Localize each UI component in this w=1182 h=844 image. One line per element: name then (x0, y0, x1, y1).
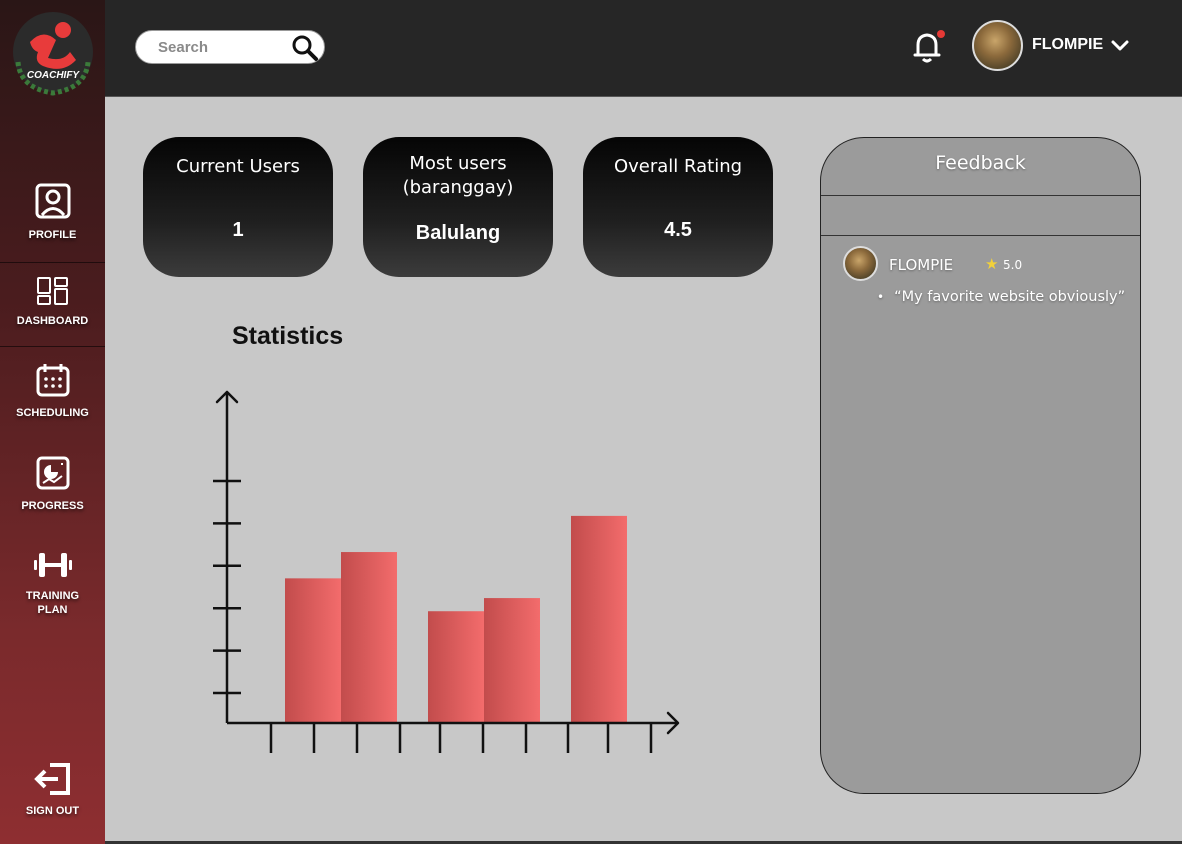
card-value: 4.5 (664, 219, 692, 241)
card-title: Overall Rating (613, 156, 743, 177)
sidebar-item-label: PROGRESS (21, 500, 84, 512)
statistics-chart (213, 390, 680, 753)
username[interactable]: FLOMPIE (1032, 36, 1103, 54)
chart-bar (285, 578, 341, 723)
stat-card-current-users: Current Users 1 (143, 137, 333, 277)
chart-bar (571, 515, 627, 723)
notification-dot (937, 30, 945, 38)
card-title: Current Users (176, 156, 300, 177)
statistics-title: Statistics (232, 322, 344, 350)
card-value: 1 (232, 219, 244, 241)
feedback-rating: 5.0 (1003, 258, 1023, 272)
signout-icon (33, 763, 70, 795)
feedback-panel: Feedback FLOMPIE ★ 5.0 “My favorite webs… (820, 137, 1141, 794)
chart-bars (285, 515, 627, 723)
sidebar: COACHIFY PROFILE DASHBOARD SCHEDULING PR… (0, 0, 105, 844)
divider (821, 235, 1140, 236)
divider (821, 195, 1140, 196)
calendar-icon (36, 364, 69, 397)
sidebar-item-label: TRAINING PLAN (25, 590, 80, 616)
feedback-title: Feedback (935, 152, 1026, 174)
sidebar-item-training-plan[interactable]: TRAINING PLAN (0, 549, 105, 617)
divider (0, 262, 105, 263)
stat-card-most-users: Most users (baranggay) Balulang (363, 137, 553, 277)
sidebar-item-label: DASHBOARD (16, 315, 89, 327)
chevron-down-icon[interactable] (1110, 36, 1130, 54)
coachify-logo[interactable]: COACHIFY (8, 10, 98, 98)
search-input[interactable] (158, 38, 283, 56)
dashboard-icon (36, 277, 68, 305)
sidebar-item-label: SCHEDULING (16, 407, 89, 419)
avatar[interactable] (972, 20, 1023, 71)
bell-icon[interactable] (910, 29, 946, 65)
progress-icon (36, 456, 69, 490)
search-box[interactable] (135, 30, 325, 64)
svg-text:COACHIFY: COACHIFY (27, 70, 81, 81)
chart-bar (484, 598, 540, 723)
feedback-comment: “My favorite website obviously” (877, 289, 1125, 305)
sidebar-item-label: PROFILE (28, 229, 77, 241)
feedback-author: FLOMPIE (889, 256, 954, 274)
top-bar: FLOMPIE (105, 0, 1182, 97)
search-icon[interactable] (291, 34, 319, 62)
profile-icon (35, 183, 70, 219)
chart-bar (341, 552, 397, 723)
card-title: Most users (baranggay) (402, 153, 514, 198)
dumbbell-icon (33, 553, 72, 577)
avatar (843, 246, 878, 281)
stat-card-overall-rating: Overall Rating 4.5 (583, 137, 773, 277)
sidebar-item-progress[interactable]: PROGRESS (0, 455, 105, 513)
star-icon: ★ (985, 256, 999, 273)
card-value: Balulang (415, 222, 501, 244)
sign-out-button[interactable]: SIGN OUT (0, 762, 105, 818)
sidebar-item-dashboard[interactable]: DASHBOARD (0, 276, 105, 328)
sidebar-item-profile[interactable]: PROFILE (0, 182, 105, 242)
sidebar-item-scheduling[interactable]: SCHEDULING (0, 362, 105, 420)
chart-bar (428, 611, 484, 723)
divider (0, 346, 105, 347)
sidebar-item-label: SIGN OUT (25, 805, 80, 817)
